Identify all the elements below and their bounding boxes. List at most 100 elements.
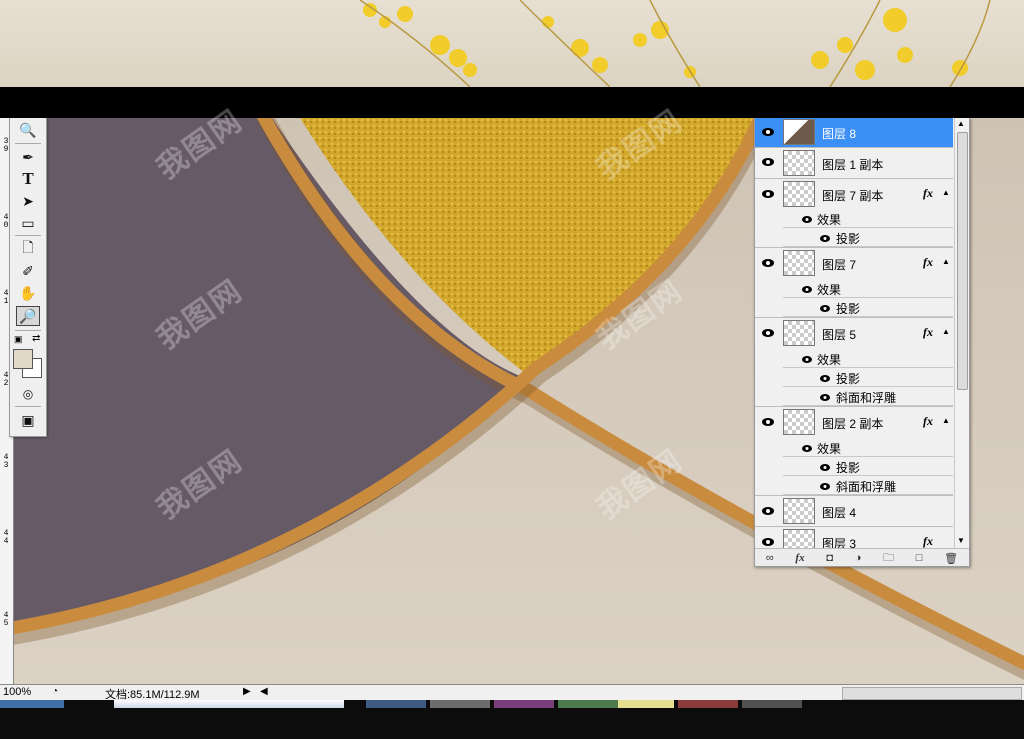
effect-row[interactable]: 投影 <box>783 457 953 476</box>
taskbar-item[interactable] <box>618 700 674 708</box>
horizontal-scrollbar[interactable] <box>842 687 1022 700</box>
fx-icon[interactable]: fx <box>923 255 933 270</box>
layer-thumbnail <box>783 150 815 176</box>
layer-name: 图层 5 <box>822 328 857 342</box>
effects-row[interactable]: 效果 <box>783 209 953 228</box>
eye-icon[interactable] <box>801 442 813 452</box>
layers-panel-footer: ∞ fx ◘ ◑ 🗀 □ 🗑 <box>755 548 969 567</box>
taskbar-item[interactable] <box>678 700 738 708</box>
layers-scrollbar[interactable]: ▲ ▼ <box>954 118 969 548</box>
new-layer-icon[interactable]: □ <box>916 552 923 564</box>
eye-icon[interactable] <box>819 372 831 382</box>
effect-row[interactable]: 投影 <box>783 368 953 387</box>
collapse-arrow-icon[interactable]: ▲ <box>942 327 950 336</box>
eye-icon[interactable] <box>819 391 831 401</box>
layer-row[interactable]: 图层 8 <box>755 118 953 148</box>
eye-icon[interactable] <box>819 461 831 471</box>
effect-name: 投影 <box>836 302 861 316</box>
add-layer-style-icon[interactable]: fx <box>795 552 804 564</box>
eye-icon[interactable] <box>819 480 831 490</box>
effects-label: 效果 <box>817 353 842 367</box>
status-info-icon[interactable]: ◔ <box>52 686 58 697</box>
layer-row[interactable]: 图层 7 fx ▲ 效果 投影 <box>755 247 953 318</box>
status-menu-arrow-icon[interactable]: ▶ <box>243 686 251 697</box>
layer-row[interactable]: 图层 7 副本 fx ▲ 效果 投影 <box>755 178 953 248</box>
effect-row[interactable]: 斜面和浮雕 <box>783 387 953 406</box>
effects-label: 效果 <box>817 213 842 227</box>
fx-icon[interactable]: fx <box>923 186 933 201</box>
fx-icon[interactable]: fx <box>923 325 933 340</box>
swap-colors-icon[interactable]: ⇄ <box>32 333 40 344</box>
eye-icon[interactable] <box>761 536 775 546</box>
scroll-up-arrow-icon[interactable]: ▲ <box>957 119 965 128</box>
layer-row[interactable]: 图层 4 <box>755 495 953 527</box>
arrow-select-icon[interactable]: ➤ <box>16 191 40 211</box>
effects-label: 效果 <box>817 442 842 456</box>
effect-row[interactable]: 投影 <box>783 228 953 247</box>
collapse-arrow-icon[interactable]: ▲ <box>942 416 950 425</box>
effects-row[interactable]: 效果 <box>783 438 953 457</box>
type-icon[interactable]: T <box>16 169 40 189</box>
effect-row[interactable]: 斜面和浮雕 <box>783 476 953 495</box>
notes-icon[interactable]: 🗋 <box>16 239 40 259</box>
eye-icon[interactable] <box>761 126 775 136</box>
scroll-left-arrow-icon[interactable]: ◀ <box>260 686 268 697</box>
eye-icon[interactable] <box>761 505 775 515</box>
taskbar-item[interactable] <box>366 700 426 708</box>
scroll-down-arrow-icon[interactable]: ▼ <box>957 536 965 545</box>
status-bar: 100% ◔ 文档:85.1M/112.9M ▶ ◀ <box>0 684 1024 701</box>
magnifier-icon[interactable]: 🔍 <box>16 120 40 140</box>
effect-name: 斜面和浮雕 <box>836 391 897 405</box>
eye-icon[interactable] <box>801 283 813 293</box>
effects-row[interactable]: 效果 <box>783 349 953 368</box>
fx-icon[interactable]: fx <box>923 534 933 549</box>
fx-icon[interactable]: fx <box>923 414 933 429</box>
taskbar-item[interactable] <box>494 700 554 708</box>
taskbar-item[interactable] <box>558 700 618 708</box>
collapse-arrow-icon[interactable]: ▲ <box>942 257 950 266</box>
delete-layer-icon[interactable]: 🗑 <box>944 552 958 565</box>
eye-icon[interactable] <box>801 353 813 363</box>
effects-row[interactable]: 效果 <box>783 279 953 298</box>
eye-icon[interactable] <box>761 188 775 198</box>
layer-name: 图层 2 副本 <box>822 417 884 431</box>
layer-row[interactable]: 图层 1 副本 <box>755 147 953 179</box>
eye-icon[interactable] <box>761 327 775 337</box>
default-colors-icon[interactable]: ▣ <box>14 334 23 345</box>
eye-icon[interactable] <box>801 213 813 223</box>
collapse-arrow-icon[interactable]: ▲ <box>942 188 950 197</box>
screen-mode-icon[interactable]: ▣ <box>16 410 40 430</box>
effect-name: 投影 <box>836 372 861 386</box>
taskbar-item[interactable] <box>742 700 802 708</box>
add-mask-icon[interactable]: ◘ <box>826 552 833 564</box>
hand-icon[interactable]: ✋ <box>16 283 40 303</box>
decorative-banner <box>0 0 1024 87</box>
zoom-level[interactable]: 100% <box>3 686 31 698</box>
eye-icon[interactable] <box>819 302 831 312</box>
eye-icon[interactable] <box>761 257 775 267</box>
start-button[interactable] <box>0 700 64 708</box>
taskbar-window[interactable] <box>114 700 344 708</box>
rectangle-shape-icon[interactable]: ▭ <box>16 213 40 233</box>
scroll-thumb[interactable] <box>957 132 968 390</box>
layer-name: 图层 7 副本 <box>822 189 884 203</box>
link-layers-icon[interactable]: ∞ <box>766 552 774 564</box>
quick-mask-icon[interactable]: ◎ <box>16 384 40 404</box>
foreground-color-swatch[interactable] <box>13 349 33 369</box>
layer-row[interactable]: 图层 2 副本 fx ▲ 效果 投影 斜面和浮雕 <box>755 406 953 496</box>
layer-name: 图层 1 副本 <box>822 158 884 172</box>
layer-row[interactable]: 图层 5 fx ▲ 效果 投影 斜面和浮雕 <box>755 317 953 407</box>
eye-icon[interactable] <box>761 156 775 166</box>
new-group-icon[interactable]: 🗀 <box>883 549 894 567</box>
eye-icon[interactable] <box>761 416 775 426</box>
effect-row[interactable]: 投影 <box>783 298 953 317</box>
taskbar-item[interactable] <box>430 700 490 708</box>
eye-icon[interactable] <box>819 232 831 242</box>
pen-icon[interactable]: ✒ <box>16 147 40 167</box>
zoom-icon[interactable]: 🔎 <box>16 306 40 326</box>
layer-name: 图层 8 <box>822 127 857 141</box>
eyedropper-icon[interactable]: ✐ <box>16 261 40 281</box>
adjustment-layer-icon[interactable]: ◑ <box>855 552 862 564</box>
layer-row[interactable]: 图层 3 fx <box>755 526 953 555</box>
layer-name: 图层 7 <box>822 258 857 272</box>
